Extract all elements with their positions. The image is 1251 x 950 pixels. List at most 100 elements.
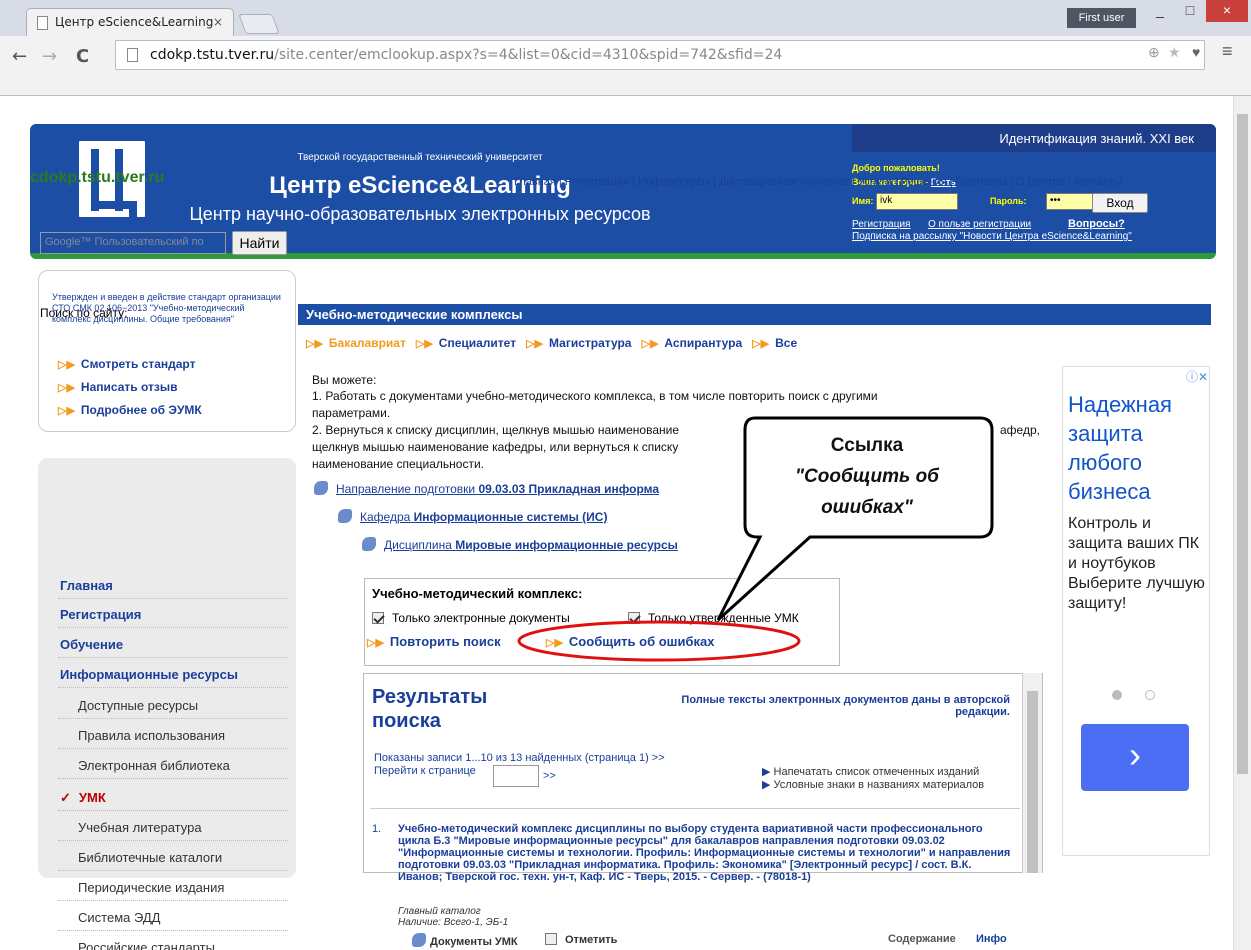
ad-headline[interactable]: Надежная защита любого бизнеса <box>1068 390 1208 506</box>
discipline-link[interactable]: Дисциплина Мировые информационные ресурс… <box>362 537 678 552</box>
info-link[interactable]: Инфо <box>976 933 1007 945</box>
menu-item-registration[interactable]: Регистрация <box>60 607 141 622</box>
back-icon[interactable]: ← <box>12 46 27 67</box>
department-link[interactable]: Кафедра Информационные системы (ИС) <box>338 509 607 524</box>
search-input[interactable]: Google™ Пользовательский по <box>40 232 226 254</box>
menu-item-usage-rules[interactable]: Правила использования <box>78 728 225 743</box>
minimize-button[interactable]: _ <box>1146 0 1174 22</box>
menu-item-catalogs[interactable]: Библиотечные каталоги <box>78 850 222 865</box>
report-errors-link[interactable]: ▷▶ Сообщить об ошибках <box>546 634 715 649</box>
para2-line1-end: афедр, <box>1000 423 1040 437</box>
doc-entry[interactable]: Учебно-методический комплекс дисциплины … <box>398 823 1013 883</box>
umk-heading: Учебно-методический комплекс: <box>372 586 583 601</box>
ad-arrow-button[interactable]: › <box>1081 724 1189 791</box>
category-nav: ▷▶ Бакалавриат ▷▶ Специалитет ▷▶ Магистрату… <box>306 336 798 350</box>
ad-body: Контроль и защита ваших ПК и ноутбуков В… <box>1068 515 1205 612</box>
cat-all[interactable]: Все <box>775 336 797 350</box>
welcome-text: Добро пожаловать! <box>852 163 940 173</box>
menu-item-umk[interactable]: ✓ УМК <box>60 790 106 806</box>
questions-link[interactable]: Вопросы? <box>1068 218 1125 230</box>
new-tab-button[interactable] <box>238 14 280 34</box>
print-list-link[interactable]: ▶ Напечатать список отмеченных изданий <box>762 765 979 778</box>
intro-text: Вы можете: <box>312 373 377 387</box>
checkbox-electronic[interactable] <box>372 612 384 624</box>
menu-item-info-resources[interactable]: Информационные ресурсы <box>60 667 238 682</box>
repeat-search-link[interactable]: ▷▶ Повторить поиск <box>367 634 501 649</box>
extension-icon[interactable]: ♥ <box>1192 44 1200 60</box>
tab-close-icon[interactable]: × <box>213 15 223 29</box>
newsletter-link[interactable]: Подписка на рассылку "Новости Центра eSc… <box>852 231 1132 242</box>
zoom-icon[interactable]: ⊕ <box>1148 44 1160 61</box>
browser-chrome: Центр eScience&Learning × First user _ □… <box>0 0 1251 96</box>
menu-item-periodicals[interactable]: Периодические издания <box>78 880 224 895</box>
opt-approved[interactable]: Только утвержденные УМК <box>628 611 799 625</box>
link-icon <box>362 537 376 551</box>
page-scrollbar[interactable] <box>1233 96 1251 950</box>
menu-item-standards[interactable]: Российские стандарты <box>78 940 215 950</box>
university-name: Тверской государственный технический уни… <box>297 152 543 163</box>
cat-specialist[interactable]: Специалитет <box>439 336 516 350</box>
menu-item-education[interactable]: Обучение <box>60 637 123 652</box>
arrow-icon: ▷▶ <box>58 359 75 371</box>
checkbox-mark[interactable] <box>545 933 557 945</box>
shown-records: Показаны записи 1...10 из 13 найденных (… <box>374 752 665 764</box>
browser-tab[interactable]: Центр eScience&Learning × <box>26 8 234 36</box>
contents-link[interactable]: Содержание <box>888 933 956 945</box>
search-button[interactable]: Найти <box>232 231 287 255</box>
menu-item-edd[interactable]: Система ЭДД <box>78 910 161 925</box>
page-number-input[interactable] <box>493 765 539 787</box>
ad-info-icon[interactable]: ⓘ✕ <box>1186 368 1208 385</box>
menu-item-e-library[interactable]: Электронная библиотека <box>78 758 230 773</box>
mark-checkbox[interactable]: Отметить <box>545 933 617 946</box>
page-icon <box>127 48 138 62</box>
goto-button[interactable]: >> <box>543 770 556 782</box>
menu-icon[interactable]: ≡ <box>1222 41 1233 62</box>
address-bar[interactable]: cdokp.tstu.tver.ru/site.center/emclookup… <box>115 40 1205 70</box>
results-scrollbar[interactable] <box>1022 673 1042 873</box>
para2-line3: наименование специальности. <box>312 457 484 471</box>
menu-item-textbooks[interactable]: Учебная литература <box>78 820 202 835</box>
write-review-link[interactable]: ▷▶ Написать отзыв <box>58 380 177 394</box>
goto-page-label: Перейти к странице <box>374 765 476 777</box>
carousel-dot[interactable] <box>1112 690 1122 700</box>
view-standard-link[interactable]: ▷▶ Смотреть стандарт <box>58 357 195 371</box>
close-window-button[interactable]: × <box>1206 0 1248 22</box>
panel-title: Идентификация знаний. XXI век <box>852 124 1216 152</box>
carousel-dot[interactable] <box>1145 690 1155 700</box>
opt-electronic[interactable]: Только электронные документы <box>372 611 570 625</box>
content-title: Учебно-методические комплексы <box>298 304 1211 325</box>
page-icon <box>37 16 48 30</box>
menu-item-home[interactable]: Главная <box>60 578 113 593</box>
name-field[interactable]: ivk <box>876 193 958 210</box>
name-label: Имя: <box>852 196 874 206</box>
star-icon[interactable]: ★ <box>1168 44 1181 61</box>
doc-number: 1. <box>372 823 382 835</box>
forward-icon[interactable]: → <box>42 46 57 67</box>
arrow-icon: ▷▶ <box>58 382 75 394</box>
cat-bachelor[interactable]: Бакалавриат <box>329 336 406 350</box>
cat-postgrad[interactable]: Аспирантура <box>664 336 742 350</box>
para2-line1: 2. Вернуться к списку дисциплин, щелкнув… <box>312 423 680 437</box>
menu-item-available-resources[interactable]: Доступные ресурсы <box>78 698 198 713</box>
register-link[interactable]: Регистрация <box>852 219 910 230</box>
benefit-link[interactable]: О пользе регистрации <box>928 219 1031 230</box>
url-path: /site.center/emclookup.aspx?s=4&list=0&c… <box>274 47 783 63</box>
password-label: Пароль: <box>990 196 1027 206</box>
site-name: cdokp.tstu.tver.ru <box>30 169 165 186</box>
direction-link[interactable]: Направление подготовки 09.03.03 Прикладн… <box>314 481 659 496</box>
results-note: Полные тексты электронных документов дан… <box>681 694 1010 718</box>
user-badge[interactable]: First user <box>1067 8 1136 28</box>
callout-line3: ошибках" <box>821 497 913 518</box>
top-navigation[interactable]: Главная | Регистрация | Инфоресурсы | Ди… <box>514 176 1122 188</box>
checkbox-approved[interactable] <box>628 612 640 624</box>
legend-link[interactable]: ▶ Условные знаки в названиях материалов <box>762 778 984 791</box>
login-button[interactable]: Вход <box>1092 193 1148 213</box>
reload-icon[interactable]: C <box>76 46 89 67</box>
tab-title: Центр eScience&Learning <box>55 15 214 29</box>
doc-umk-link[interactable]: Документы УМК <box>412 933 518 948</box>
maximize-button[interactable]: □ <box>1176 0 1204 22</box>
para1-line1: 1. Работать с документами учебно-методич… <box>312 389 878 403</box>
cat-master[interactable]: Магистратура <box>549 336 631 350</box>
about-eumk-link[interactable]: ▷▶ Подробнее об ЭУМК <box>58 403 202 417</box>
results-title: Результаты поиска <box>372 686 488 732</box>
